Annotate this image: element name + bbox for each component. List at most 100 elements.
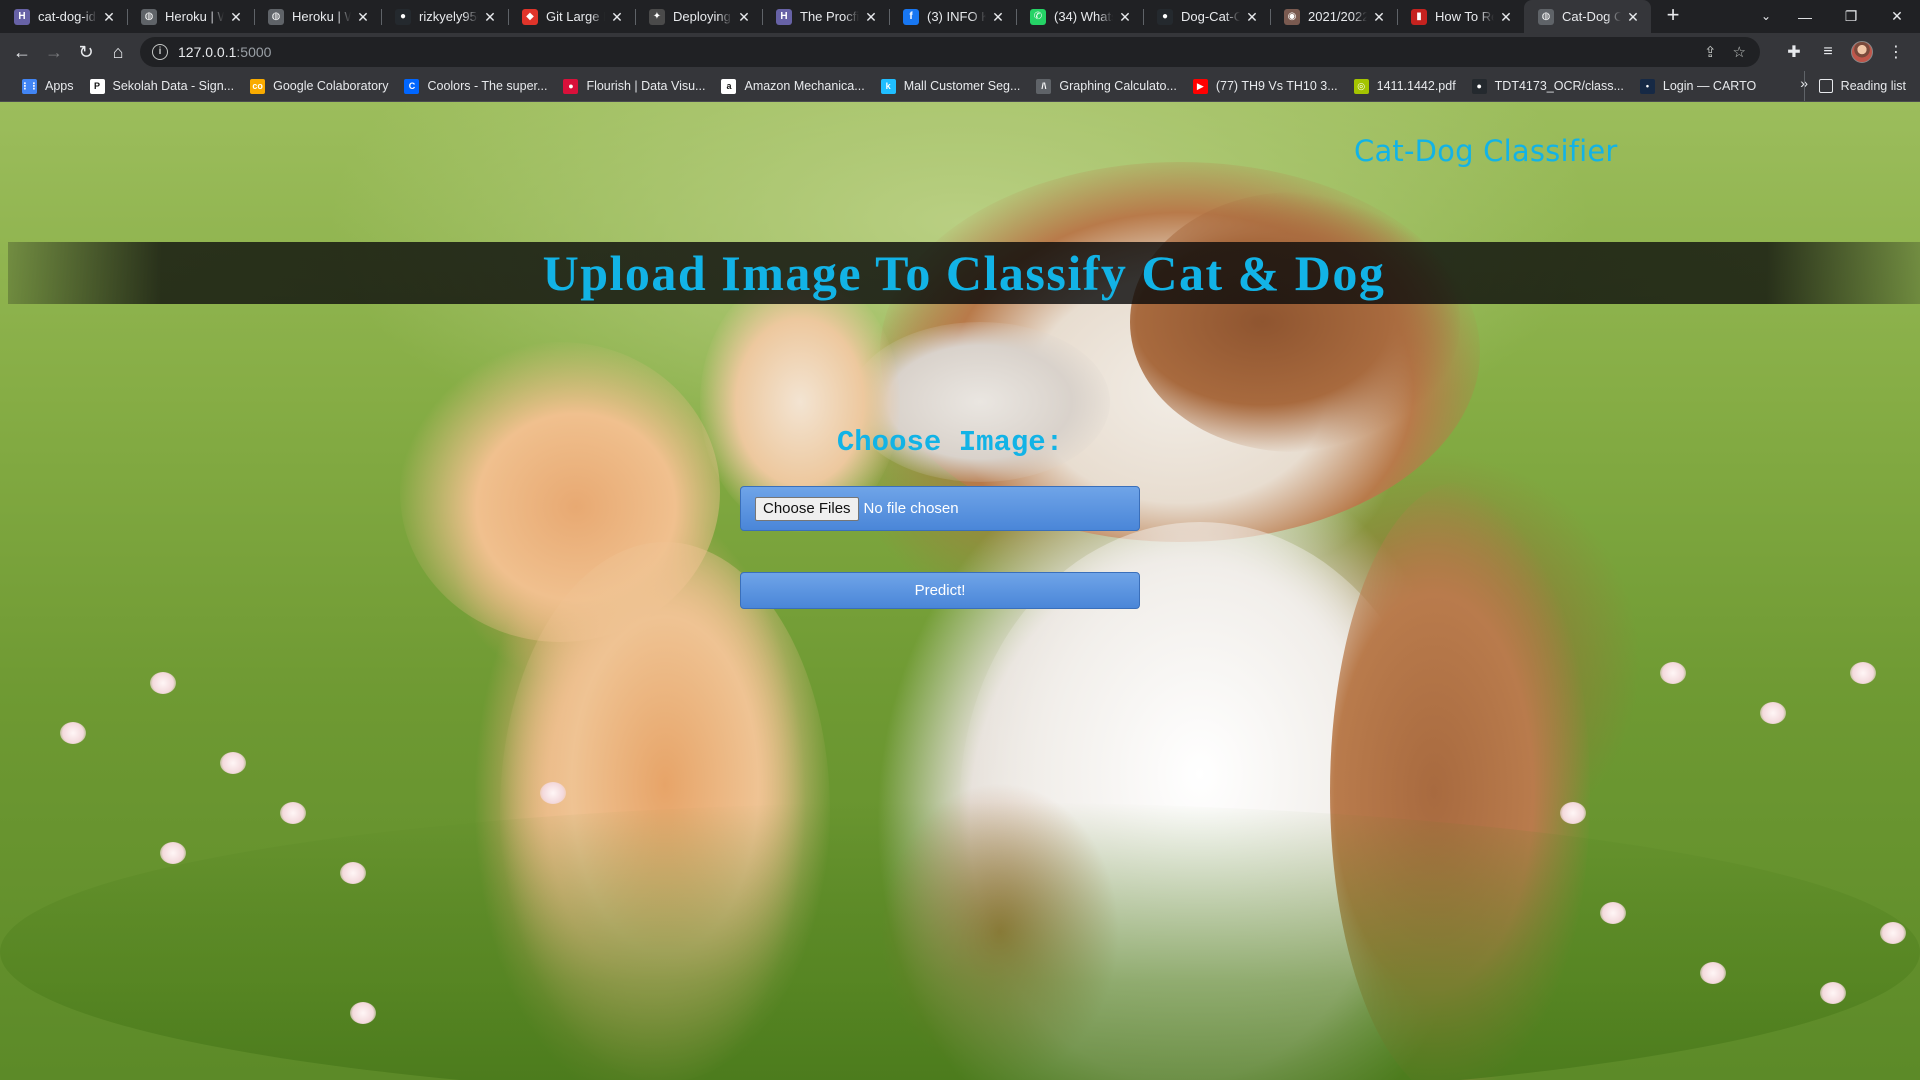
extensions-icon[interactable]: ✚ (1778, 36, 1810, 68)
tab[interactable]: ◉ 2021/2022 ✕ (1270, 0, 1397, 33)
brand-title[interactable]: Cat-Dog Classifier (1354, 134, 1618, 168)
window-controls: — ❐ ✕ (1782, 0, 1920, 33)
media-queue-icon[interactable]: ≡ (1812, 36, 1844, 68)
bookmark-item[interactable]: ● Flourish | Data Visu... (555, 73, 713, 99)
bookmark-label: Sekolah Data - Sign... (112, 79, 235, 93)
bookmark-label: Coolors - The super... (427, 79, 548, 93)
tab-title: Heroku | W (165, 9, 224, 24)
tab[interactable]: ◆ Git Large Fi ✕ (508, 0, 635, 33)
close-tab-icon[interactable]: ✕ (1625, 9, 1641, 25)
tab[interactable]: ▮ How To Re ✕ (1397, 0, 1524, 33)
tab[interactable]: ● rizkyely950 ✕ (381, 0, 508, 33)
address-bar[interactable]: i 127.0.0.1:5000 ⇪ ☆ (140, 37, 1760, 67)
tab[interactable]: ● Dog-Cat-Cl ✕ (1143, 0, 1270, 33)
close-tab-icon[interactable]: ✕ (990, 9, 1006, 25)
tab[interactable]: ◍ Cat-Dog Cl ✕ (1524, 0, 1651, 33)
file-status-text: No file chosen (863, 500, 959, 517)
tab-title: Heroku | W (292, 9, 351, 24)
bookmark-item[interactable]: ⋮⋮ Apps (14, 73, 82, 99)
colab-icon: co (250, 78, 266, 94)
tab-title: Dog-Cat-Cl (1181, 9, 1240, 24)
kebab-menu-icon[interactable]: ⋮ (1880, 36, 1912, 68)
tab-title: (3) INFO KC (927, 9, 986, 24)
choose-files-button[interactable]: Choose Files (755, 496, 859, 521)
globe-icon: ◍ (141, 8, 157, 25)
tab[interactable]: ✆ (34) Whats ✕ (1016, 0, 1143, 33)
back-icon[interactable]: ← (6, 36, 38, 68)
bookmark-item[interactable]: ◎ 1411.1442.pdf (1346, 73, 1464, 99)
profile-avatar[interactable] (1846, 36, 1878, 68)
tab-title: Cat-Dog Cl (1562, 9, 1621, 24)
tab[interactable]: f (3) INFO KC ✕ (889, 0, 1016, 33)
bookmark-label: Graphing Calculato... (1059, 79, 1177, 93)
url-port: :5000 (236, 44, 272, 60)
close-tab-icon[interactable]: ✕ (1371, 9, 1387, 25)
tab-title: Git Large Fi (546, 9, 605, 24)
reading-list-button[interactable]: Reading list (1803, 71, 1906, 101)
bookmark-item[interactable]: • Login — CARTO (1632, 73, 1764, 99)
tab[interactable]: ◍ Heroku | W ✕ (127, 0, 254, 33)
url-text[interactable]: 127.0.0.1:5000 (178, 44, 271, 60)
close-tab-icon[interactable]: ✕ (1117, 9, 1133, 25)
page-viewport: Cat-Dog Classifier Upload Image To Class… (0, 102, 1920, 1080)
bookmark-item[interactable]: a Amazon Mechanica... (713, 73, 872, 99)
reading-list-label: Reading list (1840, 79, 1906, 93)
git-lfs-icon: ◆ (522, 8, 538, 25)
tab[interactable]: Hcat-dog-ide ✕ (0, 0, 127, 33)
close-tab-icon[interactable]: ✕ (355, 9, 371, 25)
close-tab-icon[interactable]: ✕ (736, 9, 752, 25)
minimize-button[interactable]: — (1782, 0, 1828, 33)
close-window-button[interactable]: ✕ (1874, 0, 1920, 33)
youtube-icon: ▶ (1192, 78, 1208, 94)
tab[interactable]: H The Procfile ✕ (762, 0, 889, 33)
bookmark-item[interactable]: ● TDT4173_OCR/class... (1464, 73, 1632, 99)
tab[interactable]: ◍ Heroku | W ✕ (254, 0, 381, 33)
close-tab-icon[interactable]: ✕ (609, 9, 625, 25)
apps-grid-icon: ⋮⋮ (21, 78, 39, 94)
close-tab-icon[interactable]: ✕ (228, 9, 244, 25)
reload-icon[interactable]: ↻ (70, 36, 102, 68)
bookmark-label: (77) TH9 Vs TH10 3... (1215, 79, 1338, 93)
new-tab-button[interactable]: + (1659, 2, 1687, 30)
heroku-icon: H (14, 8, 30, 25)
tab-title: (34) Whats (1054, 9, 1113, 24)
home-icon[interactable]: ⌂ (102, 36, 134, 68)
bookmark-item[interactable]: co Google Colaboratory (242, 73, 396, 99)
bookmark-item[interactable]: k Mall Customer Seg... (873, 73, 1029, 99)
bookmark-item[interactable]: /\ Graphing Calculato... (1028, 73, 1184, 99)
tab-title: cat-dog-ide (38, 9, 97, 24)
bookmark-item[interactable]: P Sekolah Data - Sign... (82, 73, 243, 99)
close-tab-icon[interactable]: ✕ (482, 9, 498, 25)
file-upload-input[interactable]: Choose Files No file chosen (740, 486, 1140, 531)
bookmark-label: 1411.1442.pdf (1376, 79, 1456, 93)
forward-icon[interactable]: → (38, 36, 70, 68)
bookmark-item[interactable]: ▶ (77) TH9 Vs TH10 3... (1185, 73, 1346, 99)
bookmark-star-icon[interactable]: ☆ (1733, 43, 1746, 61)
bookmark-label: Apps (45, 79, 74, 93)
close-tab-icon[interactable]: ✕ (101, 9, 117, 25)
site-icon: ◉ (1284, 8, 1300, 25)
whatsapp-icon: ✆ (1030, 8, 1046, 25)
browser-toolbar: ← → ↻ ⌂ i 127.0.0.1:5000 ⇪ ☆ ✚ ≡ ⋮ (0, 33, 1920, 71)
tab-title: How To Re (1435, 9, 1494, 24)
flourish-icon: ● (563, 78, 579, 94)
choose-image-label: Choose Image: (836, 426, 1064, 459)
reading-list-icon (1818, 79, 1833, 93)
restore-button[interactable]: ❐ (1828, 0, 1874, 33)
share-icon[interactable]: ⇪ (1704, 43, 1717, 61)
facebook-icon: f (903, 8, 919, 25)
predict-button[interactable]: Predict! (740, 572, 1140, 609)
bookmarks-bar: ⋮⋮ Apps P Sekolah Data - Sign... co Google Co… (0, 71, 1920, 102)
tab-search-icon[interactable]: ⌄ (1752, 4, 1780, 28)
tab-title: rizkyely950 (419, 9, 478, 24)
tab[interactable]: ✦ Deploying ✕ (635, 0, 762, 33)
bookmark-item[interactable]: C Coolors - The super... (396, 73, 555, 99)
close-tab-icon[interactable]: ✕ (863, 9, 879, 25)
close-tab-icon[interactable]: ✕ (1244, 9, 1260, 25)
carto-icon: • (1639, 78, 1655, 94)
tab-title: Deploying (673, 9, 731, 24)
close-tab-icon[interactable]: ✕ (1498, 9, 1514, 25)
deploy-icon: ✦ (649, 8, 665, 25)
sekolah-data-icon: P (89, 78, 105, 94)
site-info-icon[interactable]: i (152, 44, 168, 60)
